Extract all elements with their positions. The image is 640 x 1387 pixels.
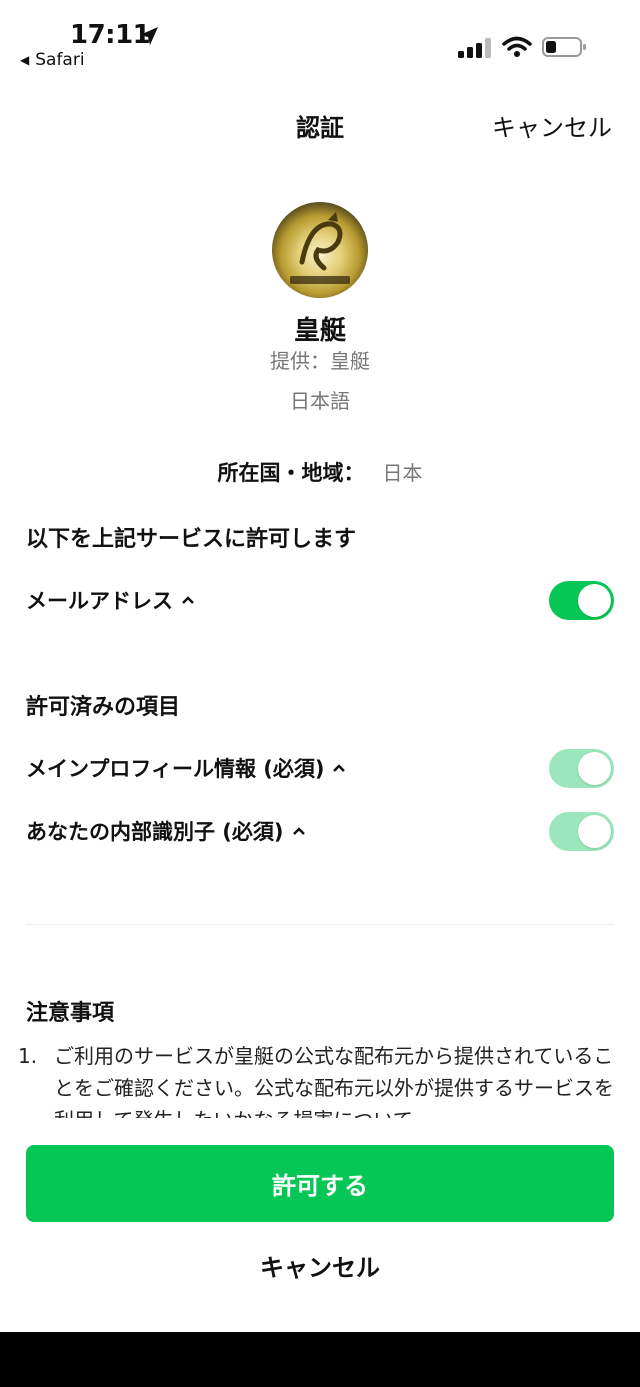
notes-item: 1. ご利用のサービスが皇艇の公式な配布元から提供されていることをご確認ください… [18,1040,614,1118]
notes-item-number: 1. [18,1044,38,1068]
back-app-label: Safari [35,50,85,70]
toggle-knob [578,751,611,785]
toggle-knob [578,814,611,848]
permission-row-profile: メインプロフィール情報 (必須) [26,748,614,788]
chevron-up-icon [333,764,346,772]
permission-label[interactable]: メインプロフィール情報 (必須) [26,753,346,783]
chevron-up-icon [292,827,305,835]
region-label: 所在国・地域： [217,461,365,485]
permission-row-identifier: あなたの内部識別子 (必須) [26,811,614,851]
service-name: 皇艇 [293,316,346,346]
identifier-toggle [549,811,614,851]
permission-label-text: メインプロフィール情報 (必須) [26,757,325,781]
permission-label[interactable]: メールアドレス [26,585,195,615]
divider [26,924,614,925]
profile-toggle [549,748,614,788]
bottom-bar [0,1332,640,1387]
permission-row-email: メールアドレス [26,580,614,620]
cellular-signal-icon [458,38,491,58]
allow-button[interactable]: 許可する [26,1145,614,1222]
email-toggle[interactable] [549,580,614,620]
region-row: 所在国・地域： 日本 [0,457,640,487]
service-provider: 提供：皇艇 [270,349,370,373]
permission-label-text: あなたの内部識別子 (必須) [26,820,284,844]
toggle-knob [578,583,611,617]
cancel-button[interactable]: キャンセル [0,1248,640,1283]
permission-label-text: メールアドレス [26,589,173,613]
wifi-icon [502,36,532,57]
location-arrow-icon [140,27,158,45]
back-triangle-icon: ◀ [20,53,30,67]
notes-title: 注意事項 [26,1001,115,1026]
region-value: 日本 [382,461,423,485]
back-to-app-link[interactable]: ◀ Safari [20,50,85,70]
nav-cancel-button[interactable]: キャンセル [492,108,612,143]
notes-item-text: ご利用のサービスが皇艇の公式な配布元から提供されていることをご確認ください。公式… [54,1044,614,1118]
service-avatar [272,202,368,298]
chevron-up-icon [182,596,194,604]
notes-scroll-area[interactable]: 1. ご利用のサービスが皇艇の公式な配布元から提供されていることをご確認ください… [18,1040,614,1118]
dragon-emblem-icon [290,212,350,284]
service-language: 日本語 [290,389,350,413]
grant-section-title: 以下を上記サービスに許可します [26,527,357,552]
battery-icon [542,37,586,57]
permission-label[interactable]: あなたの内部識別子 (必須) [26,816,306,846]
granted-section-title: 許可済みの項目 [26,695,181,720]
